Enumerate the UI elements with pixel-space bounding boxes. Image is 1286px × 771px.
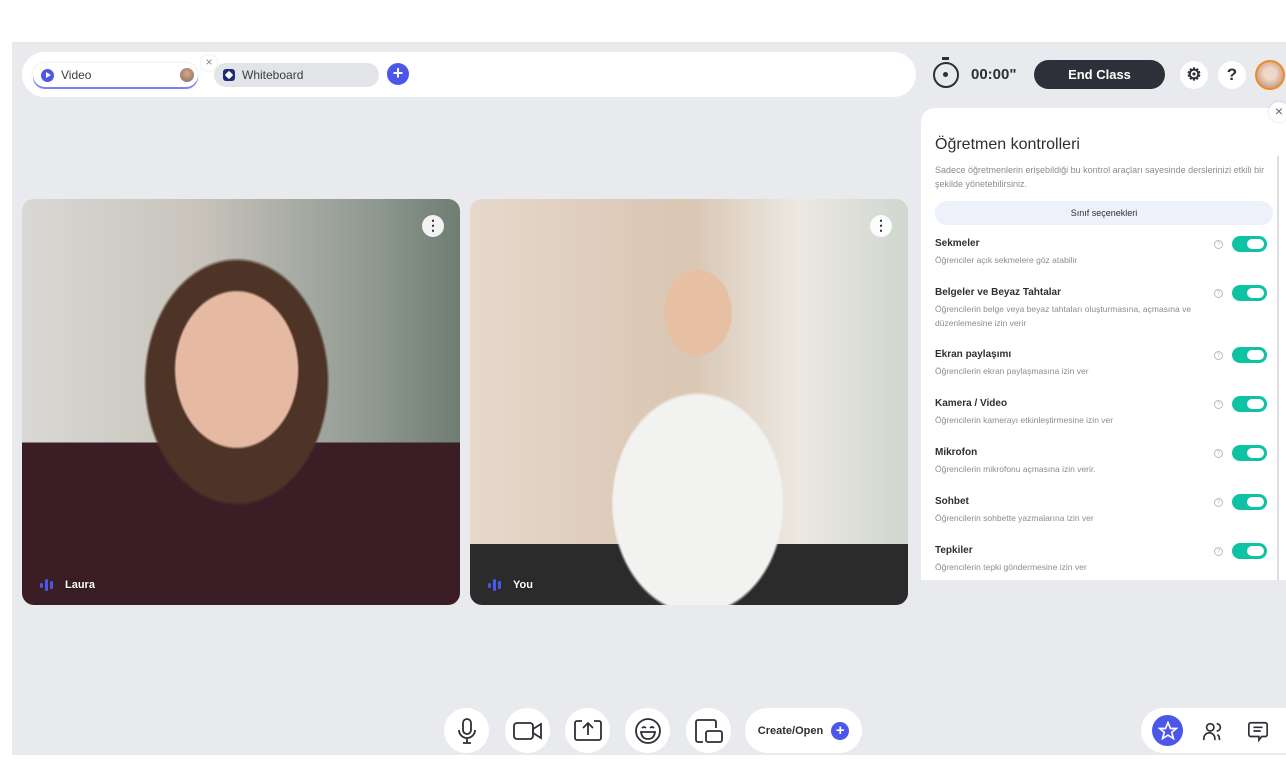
setting-desc: Öğrencilerin belge veya beyaz tahtaları … [935,304,1192,328]
microphone-button[interactable] [444,708,489,753]
setting-title: Tepkiler [935,545,973,556]
participant-avatar [180,68,194,82]
share-screen-icon [573,719,602,741]
panel-description: Sadece öğretmenlerin erişebildiği bu kon… [935,165,1265,189]
help-icon[interactable]: ? [1214,400,1223,409]
more-options-icon[interactable]: ⋮ [422,215,444,237]
setting-desc: Öğrencilerin sohbette yazmalarına izin v… [935,513,1094,523]
toggle-switch[interactable] [1232,285,1267,301]
tab-label: Whiteboard [242,68,304,82]
create-open-label: Create/Open [757,724,824,737]
picture-in-picture-icon [694,718,723,743]
help-icon[interactable]: ? [1218,61,1246,89]
setting-desc: Öğrencilerin mikrofonu açmasına izin ver… [935,464,1096,474]
setting-row: Belgeler ve Beyaz Tahtalar Öğrencilerin b… [935,285,1275,330]
class-options-button[interactable]: Sınıf seçenekleri [935,201,1273,225]
tab-bar: Video × Whiteboard + [22,52,916,97]
help-icon[interactable]: ? [1214,449,1223,458]
video-tile-you: ⋮ You [470,199,908,605]
whiteboard-icon [223,69,235,81]
help-icon[interactable]: ? [1214,351,1223,360]
teacher-controls-button[interactable] [1152,715,1183,746]
teacher-controls-panel: Öğretmen kontrolleri Sadece öğretmenleri… [921,108,1286,580]
share-screen-button[interactable] [565,708,610,753]
star-icon [1157,720,1178,740]
panel-title: Öğretmen kontrolleri [935,136,1080,153]
toggle-switch[interactable] [1232,236,1267,252]
user-avatar[interactable] [1255,60,1285,90]
setting-row: Sohbet Öğrencilerin sohbette yazmalarına … [935,494,1275,525]
setting-title: Ekran paylaşımı [935,349,1012,360]
video-camera-icon [512,721,542,740]
microphone-icon [457,717,476,744]
smile-icon [634,717,661,744]
setting-desc: Öğrencilerin tepki göndermesine izin ver [935,562,1087,572]
help-icon[interactable]: ? [1214,547,1223,556]
setting-row: Kamera / Video Öğrencilerin kamerayı etki… [935,396,1275,427]
help-icon[interactable]: ? [1214,240,1223,249]
setting-title: Sekmeler [935,238,980,249]
tab-video[interactable]: Video × [33,55,217,87]
add-tab-button[interactable]: + [387,63,409,85]
setting-title: Mikrofon [935,447,978,458]
audio-level-icon [40,579,53,591]
setting-row: Ekran paylaşımı Öğrencilerin ekran paylaş… [935,347,1275,378]
stopwatch-icon [933,57,959,88]
setting-desc: Öğrencilerin kamerayı etkinleştirmesine … [935,415,1114,425]
setting-row: Tepkiler Öğrencilerin tepki göndermesine … [935,543,1275,574]
toggle-switch[interactable] [1232,543,1267,559]
participants-button[interactable] [1197,715,1228,746]
help-icon[interactable]: ? [1214,289,1223,298]
chat-icon [1247,721,1268,742]
tab-label: Video [61,68,92,82]
setting-row: Sekmeler Öğrenciler açık sekmelere göz at… [935,236,1275,267]
people-icon [1202,722,1221,740]
setting-title: Belgeler ve Beyaz Tahtalar [935,287,1061,298]
help-icon[interactable]: ? [1214,498,1223,507]
plus-icon: + [831,721,850,740]
toggle-switch[interactable] [1232,445,1267,461]
participant-name: Laura [65,579,95,591]
class-timer: 00:00" [971,66,1017,83]
close-panel-icon[interactable]: × [1269,102,1286,122]
toggle-switch[interactable] [1232,494,1267,510]
setting-desc: Öğrencilerin ekran paylaşmasına izin ver [935,366,1089,376]
side-panel-toggles [1141,708,1286,753]
setting-title: Kamera / Video [935,398,1008,409]
tab-whiteboard[interactable]: Whiteboard [214,63,379,87]
video-tile-laura: ⋮ Laura [22,199,460,605]
setting-row: Mikrofon Öğrencilerin mikrofonu açmasına … [935,445,1275,476]
end-class-button[interactable]: End Class [1034,60,1165,89]
play-icon [41,68,54,82]
setting-title: Sohbet [935,496,969,507]
toggle-switch[interactable] [1232,396,1267,412]
scrollbar[interactable] [1277,156,1279,580]
audio-level-icon [488,579,501,591]
more-options-icon[interactable]: ⋮ [870,215,892,237]
camera-button[interactable] [505,708,550,753]
toggle-switch[interactable] [1232,347,1267,363]
participant-name: You [513,579,533,591]
setting-desc: Öğrenciler açık sekmelere göz atabilir [935,255,1078,265]
layout-button[interactable] [686,708,731,753]
create-open-button[interactable]: Create/Open + [745,708,862,753]
reactions-button[interactable] [625,708,670,753]
chat-button[interactable] [1242,715,1273,746]
settings-gear-icon[interactable]: ⚙ [1180,61,1208,89]
